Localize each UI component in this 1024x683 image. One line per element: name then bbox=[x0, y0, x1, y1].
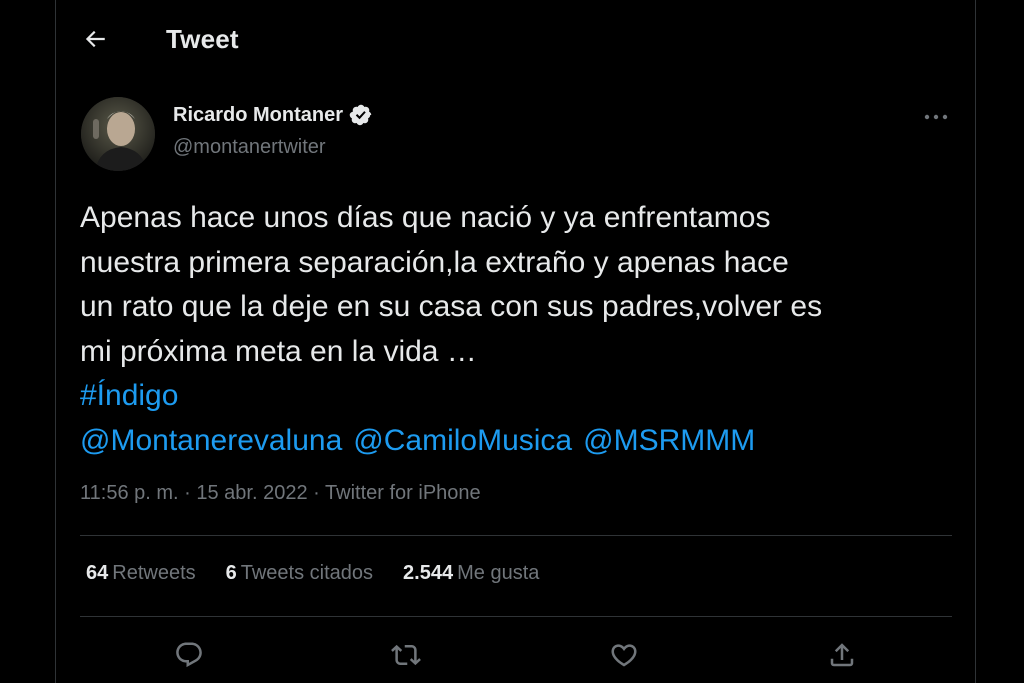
action-bar bbox=[56, 633, 975, 677]
author-name-row[interactable]: Ricardo Montaner bbox=[173, 103, 373, 127]
likes-label: Me gusta bbox=[457, 562, 540, 584]
tweet-source[interactable]: Twitter for iPhone bbox=[325, 482, 481, 504]
verified-badge-icon bbox=[349, 103, 373, 127]
mentions-row: @Montanerevaluna @CamiloMusica @MSRMMM bbox=[80, 419, 960, 464]
tweet-detail-column: Tweet Ricardo Montaner @montanertwiter A… bbox=[55, 0, 976, 683]
tweet-stats: 64 Retweets 6 Tweets citados 2.544 Me gusta bbox=[86, 562, 569, 585]
more-button[interactable] bbox=[918, 103, 954, 131]
meta-separator: · bbox=[313, 482, 320, 504]
tweet-line: mi próxima meta en la vida … bbox=[80, 334, 477, 368]
tweet-metadata: 11:56 p. m. · 15 abr. 2022 · Twitter for… bbox=[80, 482, 481, 505]
like-button[interactable] bbox=[602, 633, 646, 677]
hashtag-link[interactable]: #Índigo bbox=[80, 379, 178, 412]
retweet-button[interactable] bbox=[384, 633, 428, 677]
quotes-label: Tweets citados bbox=[240, 562, 374, 584]
likes-count: 2.544 bbox=[403, 562, 454, 584]
likes-stat[interactable]: 2.544 Me gusta bbox=[403, 562, 539, 585]
more-horizontal-icon bbox=[923, 113, 949, 121]
tweet-line: Apenas hace unos días que nació y ya enf… bbox=[80, 201, 771, 234]
author-handle[interactable]: @montanertwiter bbox=[173, 136, 326, 159]
retweet-icon bbox=[391, 640, 421, 670]
quotes-count: 6 bbox=[225, 562, 237, 584]
tweet-text: Apenas hace unos días que nació y ya enf… bbox=[80, 196, 960, 463]
mention-link[interactable]: @MSRMMM bbox=[583, 424, 755, 457]
top-bar: Tweet bbox=[56, 0, 975, 78]
divider bbox=[80, 535, 952, 536]
reply-icon bbox=[174, 640, 204, 670]
tweet-line: un rato que la deje en su casa con sus p… bbox=[80, 290, 823, 323]
back-button[interactable] bbox=[78, 22, 112, 56]
page-title: Tweet bbox=[166, 24, 239, 54]
avatar[interactable] bbox=[81, 97, 155, 171]
retweets-label: Retweets bbox=[112, 562, 196, 584]
like-icon bbox=[609, 640, 639, 670]
quote-tweets-stat[interactable]: 6 Tweets citados bbox=[226, 562, 373, 585]
mention-link[interactable]: @CamiloMusica bbox=[353, 424, 572, 457]
divider bbox=[80, 616, 952, 617]
author-name[interactable]: Ricardo Montaner bbox=[173, 104, 343, 127]
mention-link[interactable]: @Montanerevaluna bbox=[80, 424, 342, 457]
tweet-time[interactable]: 11:56 p. m. bbox=[80, 482, 179, 504]
arrow-left-icon bbox=[82, 26, 108, 52]
reply-button[interactable] bbox=[167, 633, 211, 677]
share-button[interactable] bbox=[820, 633, 864, 677]
share-icon bbox=[827, 640, 857, 670]
retweets-count: 64 bbox=[86, 562, 109, 584]
retweets-stat[interactable]: 64 Retweets bbox=[86, 562, 196, 585]
tweet-line: nuestra primera separación,la extraño y … bbox=[80, 245, 789, 279]
tweet-date[interactable]: 15 abr. 2022 bbox=[196, 482, 307, 504]
meta-separator: · bbox=[184, 482, 191, 504]
